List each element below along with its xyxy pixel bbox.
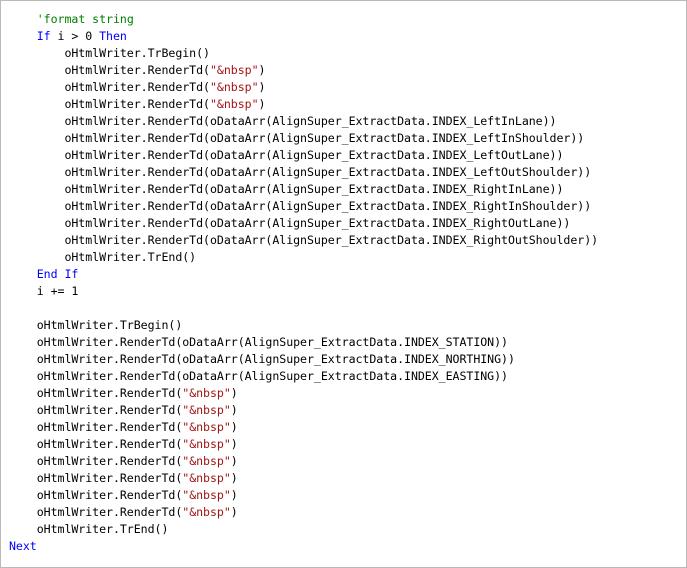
code-token-plain: ) [230, 386, 238, 400]
code-line[interactable]: oHtmlWriter.RenderTd("&nbsp") [9, 79, 598, 96]
code-line[interactable]: i += 1 [9, 283, 598, 300]
code-token-plain: oHtmlWriter.RenderTd(oDataArr(AlignSuper… [9, 216, 571, 230]
code-line[interactable]: oHtmlWriter.RenderTd(oDataArr(AlignSuper… [9, 130, 598, 147]
code-line[interactable]: oHtmlWriter.RenderTd("&nbsp") [9, 487, 598, 504]
code-token-plain: ) [230, 437, 238, 451]
code-token-string: "&nbsp" [182, 437, 231, 451]
code-token-plain: oHtmlWriter.RenderTd( [9, 386, 183, 400]
code-token-string: "&nbsp" [182, 454, 231, 468]
code-editor[interactable]: 'format string If i > 0 Then oHtmlWriter… [0, 0, 687, 568]
code-token-plain: ) [258, 63, 266, 77]
code-token-plain: ) [230, 505, 238, 519]
code-token-plain: oHtmlWriter.RenderTd(oDataArr(AlignSuper… [9, 199, 592, 213]
code-token-comment: 'format string [36, 12, 134, 26]
code-token-plain: oHtmlWriter.RenderTd(oDataArr(AlignSuper… [9, 114, 557, 128]
code-line[interactable]: oHtmlWriter.TrEnd() [9, 249, 598, 266]
code-line[interactable]: oHtmlWriter.RenderTd("&nbsp") [9, 504, 598, 521]
code-token-keyword: Then [99, 29, 127, 43]
code-token-string: "&nbsp" [182, 403, 231, 417]
code-token-plain: oHtmlWriter.TrBegin() [9, 46, 210, 60]
code-token-plain: ) [258, 97, 266, 111]
code-token-plain: oHtmlWriter.RenderTd( [9, 471, 183, 485]
code-token-keyword: Next [9, 539, 37, 553]
code-token-plain: oHtmlWriter.TrEnd() [9, 250, 197, 264]
code-token-plain: oHtmlWriter.RenderTd(oDataArr(AlignSuper… [9, 182, 564, 196]
code-token-plain: oHtmlWriter.RenderTd(oDataArr(AlignSuper… [9, 131, 585, 145]
code-line[interactable]: oHtmlWriter.RenderTd("&nbsp") [9, 470, 598, 487]
code-line[interactable]: oHtmlWriter.RenderTd("&nbsp") [9, 453, 598, 470]
code-token-plain: oHtmlWriter.RenderTd( [9, 488, 183, 502]
code-token-plain: oHtmlWriter.TrEnd() [9, 522, 169, 536]
code-token-string: "&nbsp" [182, 386, 231, 400]
code-token-string: "&nbsp" [182, 505, 231, 519]
code-line[interactable]: oHtmlWriter.RenderTd(oDataArr(AlignSuper… [9, 215, 598, 232]
code-token-keyword: End If [36, 267, 79, 281]
code-line[interactable]: oHtmlWriter.RenderTd(oDataArr(AlignSuper… [9, 351, 598, 368]
code-token-string: "&nbsp" [182, 471, 231, 485]
code-line[interactable]: If i > 0 Then [9, 28, 598, 45]
code-token-plain: ) [230, 454, 238, 468]
code-token-plain: oHtmlWriter.RenderTd( [9, 505, 183, 519]
code-token-plain: oHtmlWriter.RenderTd(oDataArr(AlignSuper… [9, 335, 508, 349]
code-token-plain: oHtmlWriter.RenderTd(oDataArr(AlignSuper… [9, 165, 592, 179]
code-token-plain: oHtmlWriter.RenderTd( [9, 80, 210, 94]
code-line[interactable]: oHtmlWriter.RenderTd("&nbsp") [9, 402, 598, 419]
code-line[interactable]: oHtmlWriter.RenderTd(oDataArr(AlignSuper… [9, 368, 598, 385]
code-line[interactable]: 'format string [9, 11, 598, 28]
code-token-string: "&nbsp" [209, 80, 259, 94]
code-token-plain: oHtmlWriter.RenderTd(oDataArr(AlignSuper… [9, 352, 515, 366]
code-token-plain: oHtmlWriter.RenderTd( [9, 403, 183, 417]
code-line[interactable]: oHtmlWriter.RenderTd("&nbsp") [9, 96, 598, 113]
code-line[interactable]: Next [9, 538, 598, 555]
code-line[interactable]: oHtmlWriter.RenderTd("&nbsp") [9, 385, 598, 402]
code-line[interactable]: oHtmlWriter.RenderTd(oDataArr(AlignSuper… [9, 181, 598, 198]
code-token-plain: oHtmlWriter.RenderTd( [9, 97, 210, 111]
code-token-plain: oHtmlWriter.RenderTd( [9, 454, 183, 468]
code-token-keyword: If [36, 29, 51, 43]
code-token-plain: oHtmlWriter.RenderTd( [9, 437, 183, 451]
code-token-string: "&nbsp" [209, 97, 259, 111]
code-token-string: "&nbsp" [182, 488, 231, 502]
code-line[interactable]: oHtmlWriter.TrBegin() [9, 45, 598, 62]
code-token-plain: ) [230, 403, 238, 417]
code-line[interactable]: oHtmlWriter.RenderTd(oDataArr(AlignSuper… [9, 334, 598, 351]
code-token-plain: oHtmlWriter.RenderTd(oDataArr(AlignSuper… [9, 369, 508, 383]
code-token-plain: ) [230, 471, 238, 485]
code-token-plain: ) [230, 488, 238, 502]
code-token-plain: oHtmlWriter.RenderTd( [9, 420, 183, 434]
code-line[interactable] [9, 300, 598, 317]
code-token-plain: i += 1 [9, 284, 79, 298]
code-line[interactable]: End If [9, 266, 598, 283]
code-line[interactable]: oHtmlWriter.RenderTd("&nbsp") [9, 419, 598, 436]
code-token-string: "&nbsp" [209, 63, 259, 77]
code-block[interactable]: 'format string If i > 0 Then oHtmlWriter… [9, 11, 598, 555]
code-line[interactable]: oHtmlWriter.RenderTd("&nbsp") [9, 62, 598, 79]
code-token-plain: i > 0 [50, 29, 100, 43]
code-line[interactable]: oHtmlWriter.RenderTd("&nbsp") [9, 436, 598, 453]
code-line[interactable]: oHtmlWriter.RenderTd(oDataArr(AlignSuper… [9, 198, 598, 215]
code-line[interactable]: oHtmlWriter.RenderTd(oDataArr(AlignSuper… [9, 232, 598, 249]
code-token-plain: oHtmlWriter.RenderTd( [9, 63, 210, 77]
code-line[interactable]: oHtmlWriter.RenderTd(oDataArr(AlignSuper… [9, 147, 598, 164]
code-line[interactable]: oHtmlWriter.TrEnd() [9, 521, 598, 538]
code-token-string: "&nbsp" [182, 420, 231, 434]
code-token-plain: ) [230, 420, 238, 434]
code-token-plain: oHtmlWriter.RenderTd(oDataArr(AlignSuper… [9, 233, 599, 247]
code-token-plain: oHtmlWriter.TrBegin() [9, 318, 183, 332]
code-line[interactable]: oHtmlWriter.RenderTd(oDataArr(AlignSuper… [9, 113, 598, 130]
code-token-plain: oHtmlWriter.RenderTd(oDataArr(AlignSuper… [9, 148, 564, 162]
code-line[interactable]: oHtmlWriter.RenderTd(oDataArr(AlignSuper… [9, 164, 598, 181]
code-token-plain: ) [258, 80, 266, 94]
code-line[interactable]: oHtmlWriter.TrBegin() [9, 317, 598, 334]
